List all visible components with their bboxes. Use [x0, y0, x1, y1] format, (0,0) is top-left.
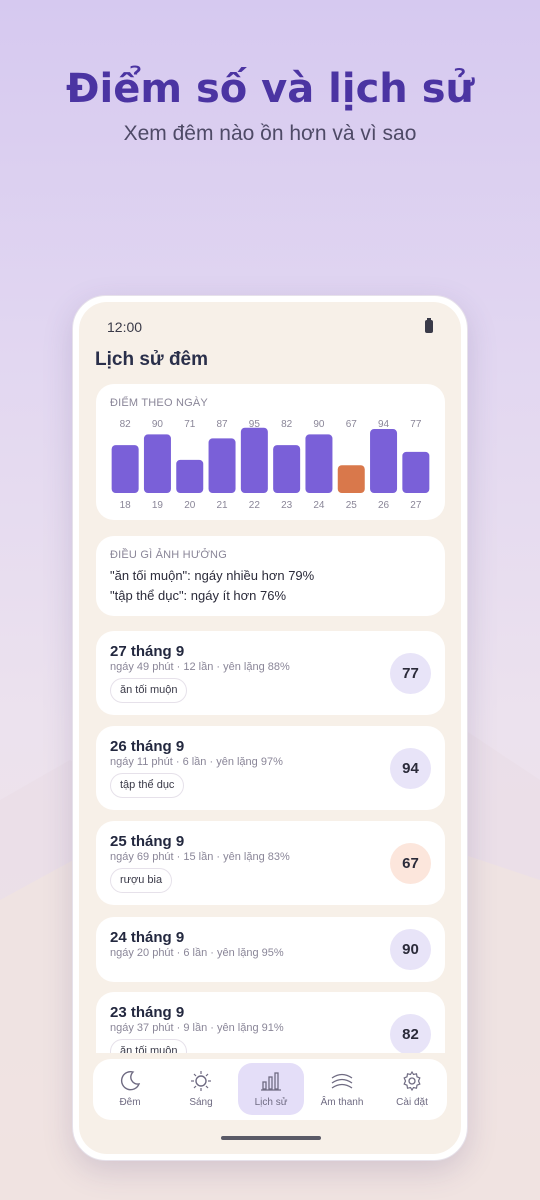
nav-label: Sáng [189, 1097, 213, 1108]
bar-value-label: 67 [346, 419, 358, 430]
waves-icon [331, 1073, 353, 1089]
night-date: 23 tháng 9 [110, 1004, 185, 1021]
night-tag: ăn tối muộn [110, 1039, 188, 1053]
score-badge: 90 [390, 929, 431, 970]
page-title: Lịch sử đêm [95, 349, 209, 370]
history-scroll-area[interactable]: 12:00 Lịch sử đêm ĐIỂM THEO NGÀY 82 18 90 1… [79, 302, 461, 1053]
chart-bar [208, 438, 236, 493]
bar-value-label: 95 [249, 419, 261, 430]
night-stats: ngáy 11 phút · 6 lần · yên lặng 97% [110, 756, 283, 768]
score-badge: 94 [390, 748, 431, 789]
x-tick-label: 27 [410, 500, 422, 511]
bar-value-label: 87 [216, 419, 228, 430]
nav-item-night[interactable]: Đêm [97, 1063, 163, 1115]
night-tag: rượu bia [110, 868, 173, 893]
sun-icon [191, 1071, 211, 1091]
chart-bar [337, 465, 365, 493]
night-card[interactable]: 27 tháng 9 ngáy 49 phút · 12 lần · yên l… [96, 631, 445, 715]
chart-bar [111, 445, 139, 493]
x-tick-label: 26 [378, 500, 390, 511]
chart-bar [143, 434, 171, 493]
x-tick-label: 18 [120, 500, 132, 511]
night-date: 27 tháng 9 [110, 643, 185, 660]
bar-value-label: 94 [378, 419, 390, 430]
score-bar-chart: 82 18 90 19 71 20 87 21 95 22 82 23 90 24 67 25 94 26 77 27 [111, 419, 430, 511]
hero-subtitle: Xem đêm nào ồn hơn và vì sao [123, 122, 417, 145]
night-card[interactable]: 26 tháng 9 ngáy 11 phút · 6 lần · yên lặ… [96, 726, 445, 810]
bar-value-label: 77 [410, 419, 422, 430]
insight-line: "tập thể dục": ngáy ít hơn 76% [110, 588, 287, 603]
bar-value-label: 71 [184, 419, 196, 430]
nav-label: Đêm [119, 1097, 141, 1108]
score-badge: 67 [390, 843, 431, 884]
score-badge: 77 [390, 653, 431, 694]
night-tag: ăn tối muộn [110, 678, 188, 703]
night-date: 25 tháng 9 [110, 833, 185, 850]
nav-item-sounds[interactable]: Âm thanh [309, 1063, 375, 1115]
insight-line: "ăn tối muộn": ngáy nhiều hơn 79% [110, 568, 315, 583]
bar-value-label: 82 [281, 419, 293, 430]
chart-bar [402, 451, 430, 493]
night-tag: tập thể dục [110, 773, 185, 798]
x-tick-label: 25 [346, 500, 358, 511]
night-stats: ngáy 37 phút · 9 lần · yên lặng 91% [110, 1022, 284, 1034]
hero-title: Điểm số và lịch sử [66, 66, 474, 112]
night-date: 24 tháng 9 [110, 929, 185, 946]
nav-item-morning[interactable]: Sáng [168, 1063, 234, 1115]
gear-icon [403, 1070, 421, 1092]
nav-item-settings[interactable]: Cài đặt [379, 1063, 445, 1115]
night-date: 26 tháng 9 [110, 738, 185, 755]
score-badge: 82 [390, 1014, 431, 1053]
app-screen: 12:00 Lịch sử đêm ĐIỂM THEO NGÀY 82 18 90 1… [79, 302, 461, 1154]
score-chart-card: ĐIỂM THEO NGÀY 82 18 90 19 71 20 87 21 95 22 82 23 9… [96, 384, 445, 520]
nav-label: Âm thanh [320, 1097, 364, 1108]
chart-bar [240, 427, 268, 493]
bar-value-label: 90 [313, 419, 325, 430]
chart-bar [370, 429, 398, 493]
battery-icon [425, 318, 433, 333]
nav-item-history[interactable]: Lịch sử [238, 1063, 304, 1115]
insight-heading: ĐIỀU GÌ ẢNH HƯỞNG [110, 549, 227, 561]
bar-value-label: 82 [120, 419, 132, 430]
chart-bar [305, 434, 333, 493]
night-stats: ngáy 69 phút · 15 lần · yên lặng 83% [110, 851, 290, 863]
x-tick-label: 23 [281, 500, 293, 511]
nav-label: Cài đặt [396, 1097, 428, 1108]
x-tick-label: 20 [184, 500, 196, 511]
night-card[interactable]: 23 tháng 9 ngáy 37 phút · 9 lần · yên lặ… [96, 992, 445, 1053]
chart-bar [273, 445, 301, 493]
night-card[interactable]: 25 tháng 9 ngáy 69 phút · 15 lần · yên l… [96, 821, 445, 905]
bar-chart-icon [261, 1072, 281, 1091]
night-stats: ngáy 20 phút · 6 lần · yên lặng 95% [110, 947, 284, 959]
x-tick-label: 21 [216, 500, 228, 511]
night-card[interactable]: 24 tháng 9 ngáy 20 phút · 6 lần · yên lặ… [96, 917, 445, 982]
bottom-nav: Đêm Sáng Lịch sử Âm thanh Cài đặt [93, 1059, 447, 1120]
nav-label: Lịch sử [254, 1097, 288, 1108]
insight-card: ĐIỀU GÌ ẢNH HƯỞNG "ăn tối muộn": ngáy nh… [96, 536, 445, 616]
night-stats: ngáy 49 phút · 12 lần · yên lặng 88% [110, 661, 290, 673]
x-tick-label: 22 [249, 500, 261, 511]
moon-icon [120, 1070, 141, 1091]
status-time: 12:00 [107, 319, 143, 335]
x-tick-label: 24 [313, 500, 325, 511]
phone-frame: 12:00 Lịch sử đêm ĐIỂM THEO NGÀY 82 18 90 1… [72, 295, 468, 1161]
home-indicator [221, 1136, 321, 1140]
chart-bar [176, 459, 204, 493]
x-tick-label: 19 [152, 500, 164, 511]
bar-value-label: 90 [152, 419, 164, 430]
